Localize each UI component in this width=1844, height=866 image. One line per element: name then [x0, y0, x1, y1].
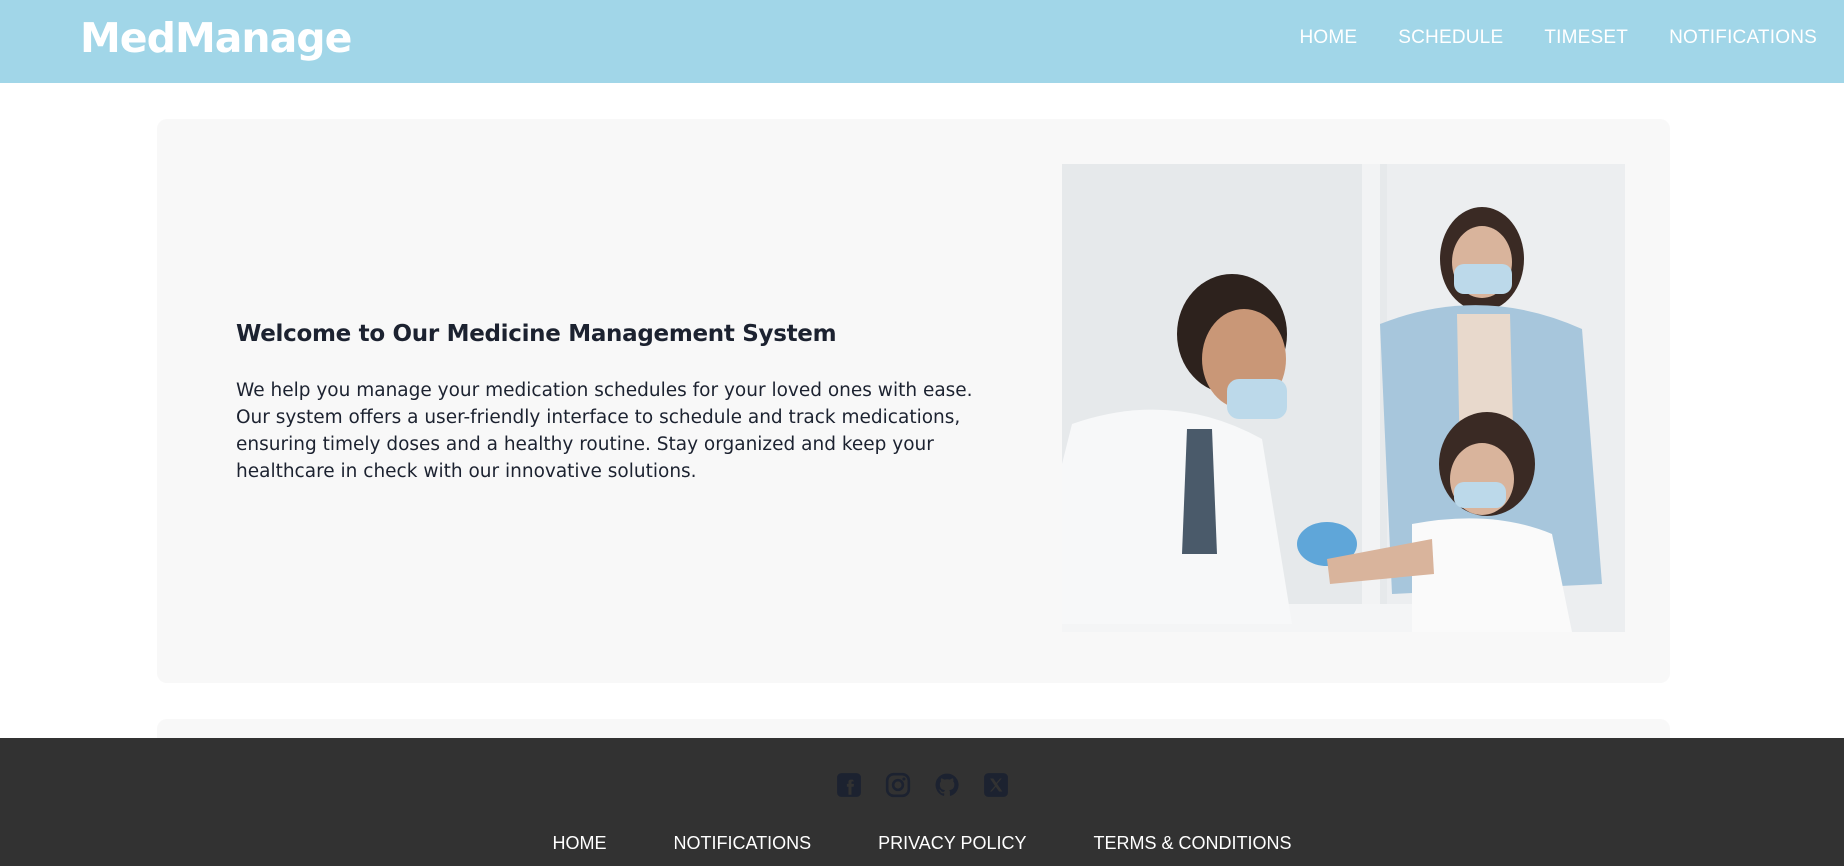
facebook-icon[interactable]: [836, 772, 862, 798]
x-twitter-icon[interactable]: [983, 772, 1009, 798]
footer-link-privacy-policy[interactable]: PRIVACY POLICY: [878, 833, 1026, 854]
hero-description: We help you manage your medication sched…: [236, 380, 973, 482]
github-icon[interactable]: [934, 772, 960, 798]
footer-link-notifications[interactable]: NOTIFICATIONS: [673, 833, 811, 854]
nav-home[interactable]: HOME: [1299, 27, 1357, 49]
hero-title: Welcome to Our Medicine Management Syste…: [236, 321, 837, 347]
instagram-icon[interactable]: [885, 772, 911, 798]
nav-notifications[interactable]: NOTIFICATIONS: [1669, 27, 1817, 49]
footer-nav: HOME NOTIFICATIONS PRIVACY POLICY TERMS …: [0, 833, 1844, 854]
brand-logo[interactable]: MedManage: [80, 14, 352, 62]
hero-card: Welcome to Our Medicine Management Syste…: [157, 119, 1670, 683]
social-links: [0, 772, 1844, 798]
footer: HOME NOTIFICATIONS PRIVACY POLICY TERMS …: [0, 738, 1844, 866]
doctor-patient-illustration: [1062, 164, 1625, 632]
hero-image: [1062, 164, 1625, 632]
top-navbar: MedManage HOME SCHEDULE TIMESET NOTIFICA…: [0, 0, 1844, 83]
footer-link-home[interactable]: HOME: [552, 833, 606, 854]
nav-schedule[interactable]: SCHEDULE: [1398, 27, 1503, 49]
main-nav: HOME SCHEDULE TIMESET NOTIFICATIONS: [1299, 0, 1817, 75]
nav-timeset[interactable]: TIMESET: [1544, 27, 1628, 49]
footer-link-terms[interactable]: TERMS & CONDITIONS: [1094, 833, 1292, 854]
